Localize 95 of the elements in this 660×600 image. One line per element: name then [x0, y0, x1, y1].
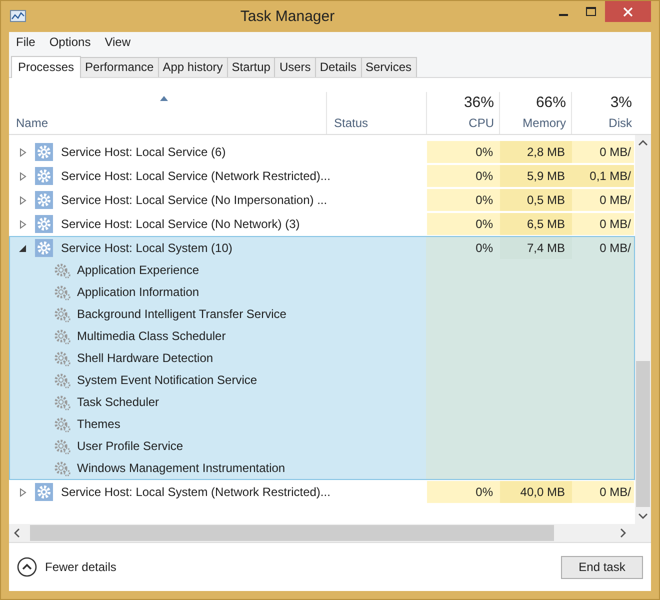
table-cell: 0 MB/ — [572, 213, 634, 235]
table-row[interactable]: Service Host: Local System (Network Restricted)... 0% 40,0 MB 0 MB/ — [9, 480, 635, 504]
sort-up-icon — [160, 96, 168, 101]
chevron-up-circle-icon[interactable] — [17, 557, 37, 577]
table-cell-text: 0% — [474, 240, 494, 257]
scroll-left-icon[interactable] — [13, 528, 20, 538]
table-cell: 2,8 MB — [500, 141, 572, 163]
service-name: Background Intelligent Transfer Service — [77, 307, 286, 321]
gears-icon — [53, 284, 71, 300]
menu-item[interactable]: View — [104, 35, 130, 49]
scroll-right-icon[interactable] — [620, 528, 627, 538]
table-cell: 7,4 MB — [500, 237, 572, 259]
expand-arrow-icon[interactable] — [19, 196, 27, 204]
table-cell: 0% — [427, 141, 500, 163]
table-cell: 40,0 MB — [500, 481, 572, 503]
scroll-down-icon[interactable] — [638, 513, 648, 520]
gears-icon — [53, 416, 71, 432]
table-cell: 0 MB/ — [572, 189, 634, 211]
tab[interactable]: Processes — [11, 56, 82, 78]
gears-icon — [53, 306, 71, 322]
tab[interactable]: App history — [158, 57, 228, 77]
scrollbar-thumb[interactable] — [636, 361, 650, 507]
column-header[interactable]: Status — [326, 92, 426, 134]
service-name: Multimedia Class Scheduler — [77, 329, 226, 343]
tab[interactable]: Users — [274, 57, 316, 77]
column-header[interactable]: 3% Disk — [571, 92, 637, 134]
gear-icon — [35, 215, 53, 233]
expand-arrow-icon[interactable] — [19, 148, 27, 156]
table-row[interactable]: Service Host: Local Service (6) 0% 2,8 MB 0 MB/ — [9, 140, 635, 164]
horizontal-scrollbar[interactable] — [9, 524, 651, 543]
service-name: Application Information — [77, 285, 200, 299]
gear-icon — [35, 239, 53, 257]
scroll-up-icon[interactable] — [638, 139, 648, 146]
table-cell: 0% — [427, 165, 500, 187]
table-cell: 0 MB/ — [572, 481, 634, 503]
gears-icon — [53, 328, 71, 344]
close-button[interactable] — [605, 1, 651, 22]
process-name: Service Host: Local System (Network Restricted)... — [61, 485, 330, 499]
tab[interactable]: Startup — [226, 57, 276, 77]
vertical-scrollbar[interactable] — [635, 135, 651, 524]
service-name: User Profile Service — [77, 439, 184, 453]
gear-icon — [35, 167, 53, 185]
window-title: Task Manager — [239, 8, 336, 25]
gears-icon — [53, 438, 71, 454]
close-icon — [623, 6, 633, 16]
table-cell: 0% — [427, 213, 500, 235]
table-cell: 0,5 MB — [500, 189, 572, 211]
process-name: Service Host: Local Service (No Network) (3) — [61, 217, 300, 231]
expand-arrow-icon[interactable] — [19, 172, 27, 180]
minimize-icon — [558, 14, 568, 16]
tab[interactable]: Performance — [80, 57, 159, 77]
gear-icon — [35, 143, 53, 161]
expand-arrow-icon[interactable] — [19, 488, 27, 496]
table-cell: 5,9 MB — [500, 165, 572, 187]
menu-item[interactable]: Options — [49, 35, 91, 49]
gears-icon — [53, 262, 71, 278]
service-name: System Event Notification Service — [77, 373, 258, 387]
service-name: Themes — [77, 417, 120, 431]
service-name: Task Scheduler — [77, 395, 160, 409]
gears-icon — [53, 350, 71, 366]
collapse-arrow-icon[interactable] — [19, 244, 27, 252]
table-row[interactable]: Service Host: Local Service (No Impersonation) ... 0% 0,5 MB 0 MB/ — [9, 188, 635, 212]
table-row[interactable]: Service Host: Local Service (Network Restricted)... 0% 5,9 MB 0,1 MB/ — [9, 164, 635, 188]
gears-icon — [53, 460, 71, 476]
fewer-details-link[interactable]: Fewer details — [45, 560, 116, 574]
table-cell: 0,1 MB/ — [572, 165, 634, 187]
table-row[interactable]: Service Host: Local Service (No Network) (3) 0% 6,5 MB 0 MB/ — [9, 212, 635, 236]
gear-icon — [35, 191, 53, 209]
table-cell: 0% — [427, 481, 500, 503]
column-header[interactable]: 36% CPU — [426, 92, 499, 134]
table-cell: 6,5 MB — [500, 213, 572, 235]
gears-icon — [53, 372, 71, 388]
table-row[interactable] — [9, 236, 635, 480]
table-cell: 0 MB/ — [572, 141, 634, 163]
tab[interactable]: Details — [314, 57, 362, 77]
menu-item[interactable]: File — [16, 35, 36, 49]
column-header[interactable]: Name — [9, 92, 326, 134]
table-cell-text: 0 MB/ — [598, 240, 632, 257]
process-name: Service Host: Local System (10) — [61, 241, 232, 255]
service-name: Application Experience — [77, 263, 200, 277]
gears-icon — [53, 394, 71, 410]
scrollbar-thumb[interactable] — [30, 525, 554, 541]
end-task-button[interactable]: End task — [561, 556, 643, 578]
service-name: Windows Management Instrumentation — [77, 461, 286, 475]
process-name: Service Host: Local Service (6) — [61, 145, 226, 159]
process-name: Service Host: Local Service (No Impersonation) ... — [61, 193, 328, 207]
expand-arrow-icon[interactable] — [19, 220, 27, 228]
tab[interactable]: Services — [360, 57, 417, 77]
service-name: Shell Hardware Detection — [77, 351, 214, 365]
column-header[interactable]: 66% Memory — [499, 92, 571, 134]
table-cell: 0% — [427, 189, 500, 211]
maximize-icon — [586, 6, 596, 16]
process-name: Service Host: Local Service (Network Restricted)... — [61, 169, 330, 183]
chart-window-icon — [10, 10, 26, 24]
gear-icon — [35, 483, 53, 501]
